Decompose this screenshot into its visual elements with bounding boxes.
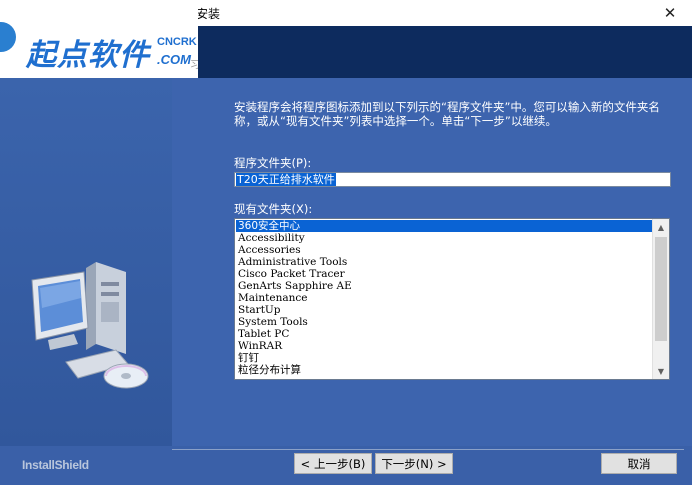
footer-divider xyxy=(172,449,684,450)
list-item[interactable]: GenArts Sapphire AE xyxy=(236,280,652,292)
scroll-down-icon[interactable]: ▼ xyxy=(653,363,669,379)
list-item[interactable]: 粒径分布计算 xyxy=(236,364,652,376)
list-item[interactable]: Tablet PC xyxy=(236,328,652,340)
logo-cn-text: CNCRK xyxy=(157,36,197,48)
existing-folders-items: 360安全中心 Accessibility Accessories Admini… xyxy=(236,220,652,376)
cancel-button[interactable]: 取消 xyxy=(601,453,677,474)
list-item[interactable]: WinRAR xyxy=(236,340,652,352)
list-item[interactable]: Accessories xyxy=(236,244,652,256)
window-title: 安装 xyxy=(196,7,221,21)
existing-folders-listbox[interactable]: 360安全中心 Accessibility Accessories Admini… xyxy=(234,218,670,380)
list-item[interactable]: Cisco Packet Tracer xyxy=(236,268,652,280)
list-item[interactable]: StartUp xyxy=(236,304,652,316)
logo: 起点软件 CNCRK .COM 习 xyxy=(0,0,198,78)
listbox-scrollbar[interactable]: ▲ ▼ xyxy=(652,219,669,379)
back-button[interactable]: < 上一步(B) xyxy=(294,453,372,474)
installshield-brand: InstallShield xyxy=(22,458,89,472)
sidebar-panel xyxy=(0,78,172,446)
list-item[interactable]: Maintenance xyxy=(236,292,652,304)
intro-text: 安装程序会将程序图标添加到以下列示的“程序文件夹”中。您可以输入新的文件夹名称，… xyxy=(234,100,660,128)
list-item[interactable]: 360安全中心 xyxy=(236,220,652,232)
existing-folders-label: 现有文件夹(X): xyxy=(234,202,313,216)
list-item[interactable]: System Tools xyxy=(236,316,652,328)
list-item[interactable]: Accessibility xyxy=(236,232,652,244)
logo-fragment: 习 xyxy=(190,60,198,71)
scroll-up-icon[interactable]: ▲ xyxy=(653,219,669,235)
computer-icon xyxy=(31,262,149,389)
close-icon[interactable]: ✕ xyxy=(648,0,692,26)
next-button[interactable]: 下一步(N) > xyxy=(375,453,453,474)
logo-main-text: 起点软件 xyxy=(26,38,150,73)
program-folder-input[interactable]: T20天正给排水软件 xyxy=(234,172,671,187)
list-item[interactable]: Administrative Tools xyxy=(236,256,652,268)
program-folder-label: 程序文件夹(P): xyxy=(234,156,312,170)
scroll-thumb[interactable] xyxy=(655,237,667,341)
list-item[interactable]: 钉钉 xyxy=(236,352,652,364)
program-folder-value: T20天正给排水软件 xyxy=(236,173,336,186)
logo-com-text: .COM xyxy=(157,52,191,67)
logo-mark-icon xyxy=(0,22,16,52)
